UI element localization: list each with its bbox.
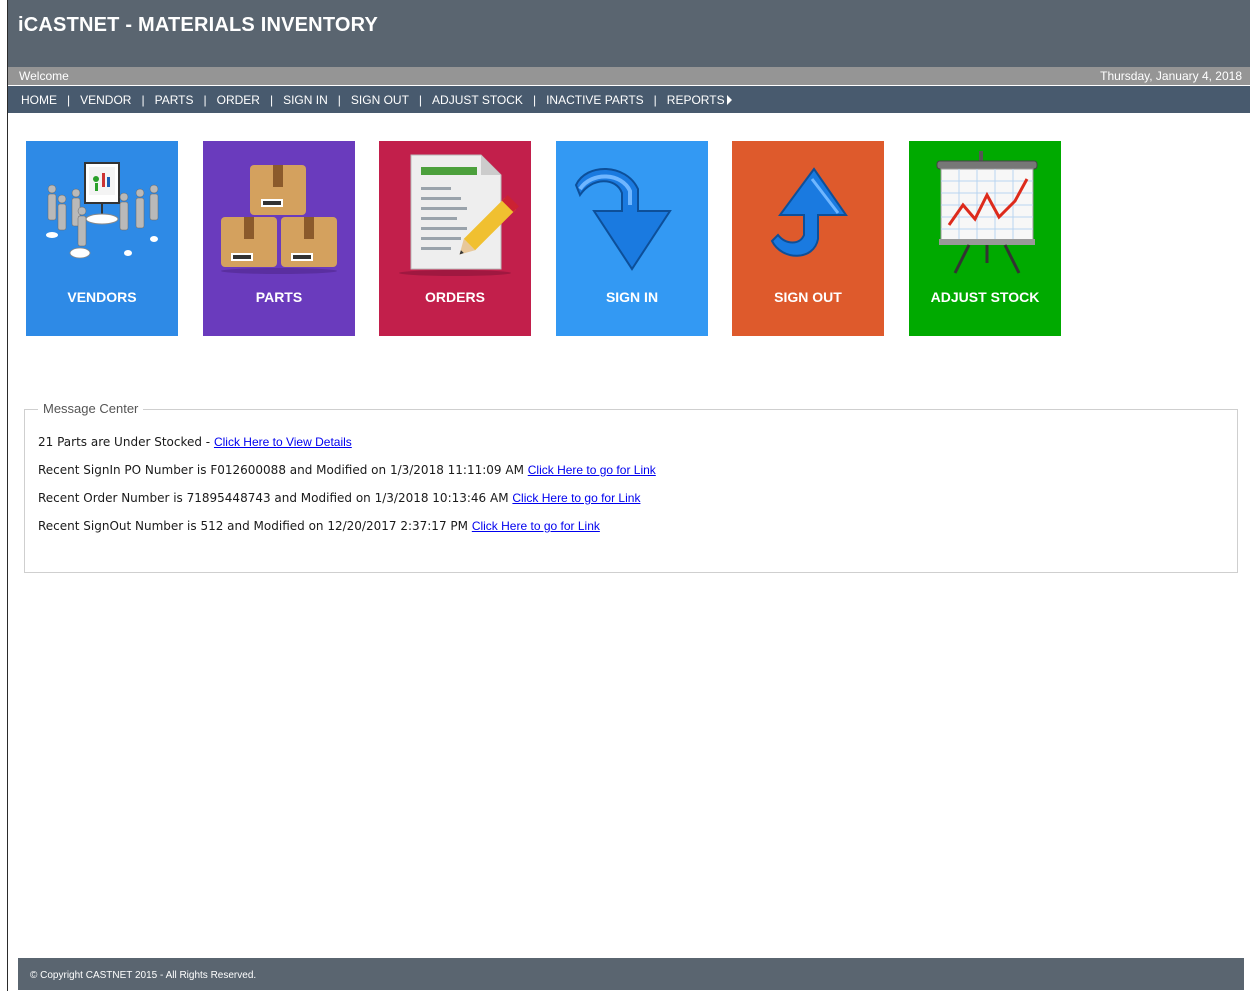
tile-label: SIGN OUT (774, 289, 842, 305)
nav-separator: | (337, 92, 341, 107)
signout-link[interactable]: Click Here to go for Link (472, 519, 600, 533)
nav-item-sign-out[interactable]: SIGN OUT (351, 93, 409, 107)
nav-separator: | (203, 92, 207, 107)
message-text: 21 Parts are Under Stocked - (38, 435, 214, 449)
welcome-text: Welcome (19, 69, 69, 83)
tile-sign-out[interactable]: SIGN OUT (732, 141, 884, 336)
tile-vendors[interactable]: VENDORS (26, 141, 178, 336)
tile-label: PARTS (255, 289, 303, 305)
nav-item-parts[interactable]: PARTS (155, 93, 194, 107)
page-edge (7, 0, 8, 991)
main-nav: HOME | VENDOR | PARTS | ORDER | SIGN IN … (8, 86, 1250, 113)
tile-label: VENDORS (67, 289, 137, 305)
signin-link[interactable]: Click Here to go for Link (528, 463, 656, 477)
nav-item-vendor[interactable]: VENDOR (80, 93, 131, 107)
nav-separator: | (67, 92, 71, 107)
nav-separator: | (653, 92, 657, 107)
message-text: Recent SignIn PO Number is F012600088 an… (38, 463, 528, 477)
chart-board-icon (936, 151, 1038, 274)
app-title: iCASTNET - MATERIALS INVENTORY (18, 14, 379, 36)
message-center-title: Message Center (38, 401, 144, 416)
document-pencil-icon (399, 154, 519, 276)
message-text: Recent Order Number is 71895448743 and M… (38, 491, 513, 505)
nav-item-home[interactable]: HOME (21, 93, 57, 107)
arrow-down-icon (574, 168, 672, 271)
welcome-bar: Welcome Thursday, January 4, 2018 (8, 67, 1250, 85)
footer: © Copyright CASTNET 2015 - All Rights Re… (18, 958, 1244, 990)
tile-orders[interactable]: ORDERS (379, 141, 531, 336)
nav-separator: | (269, 92, 274, 107)
tile-label: SIGN IN (605, 289, 659, 305)
view-details-link[interactable]: Click Here to View Details (214, 435, 352, 449)
tile-label: ORDERS (425, 289, 485, 305)
presentation-people-icon (46, 162, 159, 259)
nav-separator: | (141, 92, 145, 107)
message-under-stocked: 21 Parts are Under Stocked - Click Here … (38, 435, 352, 449)
boxes-icon (221, 165, 337, 274)
nav-separator: | (418, 92, 423, 107)
order-link[interactable]: Click Here to go for Link (512, 491, 640, 505)
submenu-arrow-icon[interactable] (726, 94, 732, 105)
tile-parts[interactable]: PARTS (203, 141, 355, 336)
current-date: Thursday, January 4, 2018 (1100, 69, 1242, 83)
tile-label: ADJUST STOCK (930, 289, 1040, 305)
copyright-text: © Copyright CASTNET 2015 - All Rights Re… (30, 970, 257, 981)
title-bar: iCASTNET - MATERIALS INVENTORY (8, 0, 1250, 67)
message-center: Message Center 21 Parts are Under Stocke… (24, 401, 1238, 573)
message-text: Recent SignOut Number is 512 and Modifie… (38, 519, 472, 533)
tile-adjust-stock[interactable]: ADJUST STOCK (909, 141, 1061, 336)
nav-list: HOME | VENDOR | PARTS | ORDER | SIGN IN … (21, 86, 732, 113)
nav-item-reports[interactable]: REPORTS (667, 93, 725, 107)
message-recent-order: Recent Order Number is 71895448743 and M… (38, 491, 640, 505)
nav-separator: | (532, 92, 537, 107)
message-recent-signin: Recent SignIn PO Number is F012600088 an… (38, 463, 656, 477)
nav-item-sign-in[interactable]: SIGN IN (283, 93, 328, 107)
nav-item-order[interactable]: ORDER (217, 93, 260, 107)
nav-item-inactive-parts[interactable]: INACTIVE PARTS (546, 93, 644, 107)
arrow-up-icon (770, 167, 848, 257)
tile-sign-in[interactable]: SIGN IN (556, 141, 708, 336)
message-recent-signout: Recent SignOut Number is 512 and Modifie… (38, 519, 600, 533)
nav-item-adjust-stock[interactable]: ADJUST STOCK (432, 93, 523, 107)
